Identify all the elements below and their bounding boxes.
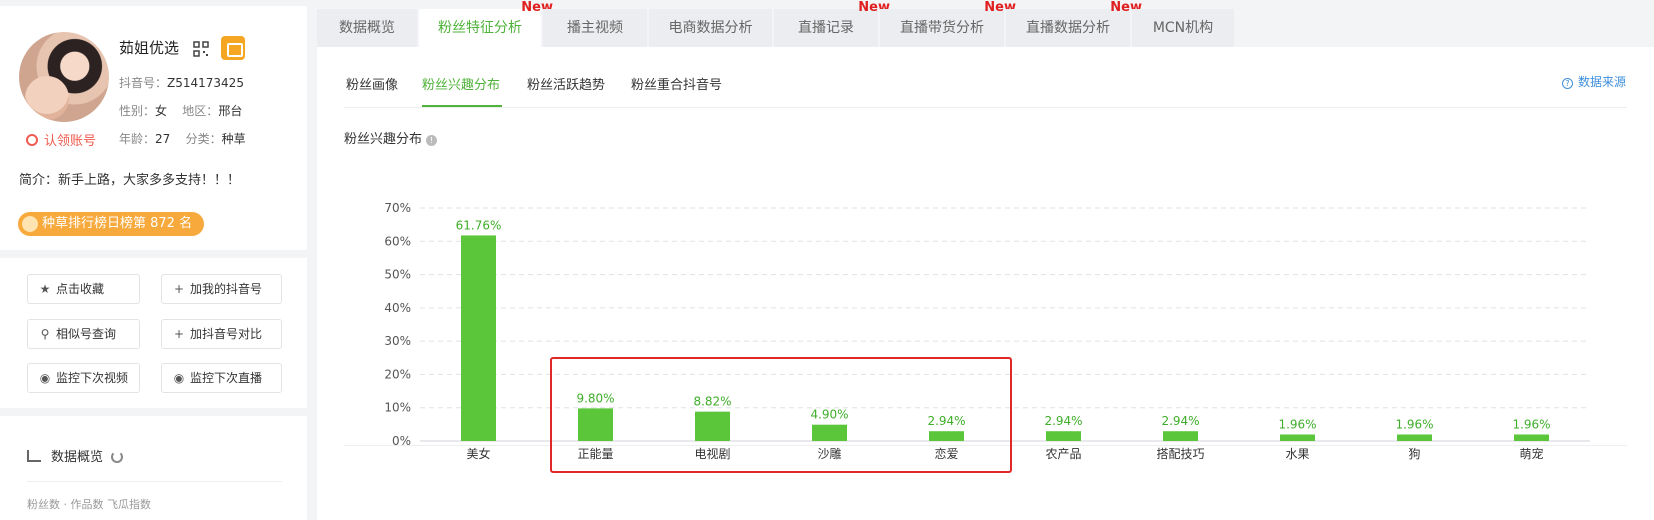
x-tick-label: 水果 bbox=[1285, 447, 1309, 461]
y-tick-label: 50% bbox=[384, 268, 411, 282]
x-tick-label: 搭配技巧 bbox=[1156, 447, 1204, 461]
data-label: 2.94% bbox=[1161, 414, 1199, 428]
y-tick-label: 40% bbox=[384, 301, 411, 315]
x-tick-label: 狗 bbox=[1408, 447, 1420, 461]
y-tick-label: 0% bbox=[392, 434, 411, 448]
y-tick-label: 70% bbox=[384, 201, 411, 215]
bar bbox=[1397, 434, 1432, 441]
bar bbox=[461, 235, 496, 441]
x-tick-label: 萌宠 bbox=[1519, 446, 1543, 461]
y-tick-label: 10% bbox=[384, 401, 411, 415]
x-tick-label: 美女 bbox=[466, 446, 490, 461]
y-tick-label: 60% bbox=[384, 234, 411, 248]
highlight-box bbox=[550, 357, 1012, 473]
bar bbox=[1280, 434, 1315, 441]
data-label: 1.96% bbox=[1512, 417, 1550, 431]
y-tick-label: 20% bbox=[384, 367, 411, 381]
y-tick-label: 30% bbox=[384, 334, 411, 348]
bar bbox=[1046, 431, 1081, 441]
data-label: 1.96% bbox=[1395, 417, 1433, 431]
bar bbox=[1514, 434, 1549, 441]
x-tick-label: 农产品 bbox=[1045, 447, 1081, 461]
bar bbox=[1163, 431, 1198, 441]
data-label: 61.76% bbox=[456, 218, 502, 232]
data-label: 2.94% bbox=[1044, 414, 1082, 428]
data-label: 1.96% bbox=[1278, 417, 1316, 431]
